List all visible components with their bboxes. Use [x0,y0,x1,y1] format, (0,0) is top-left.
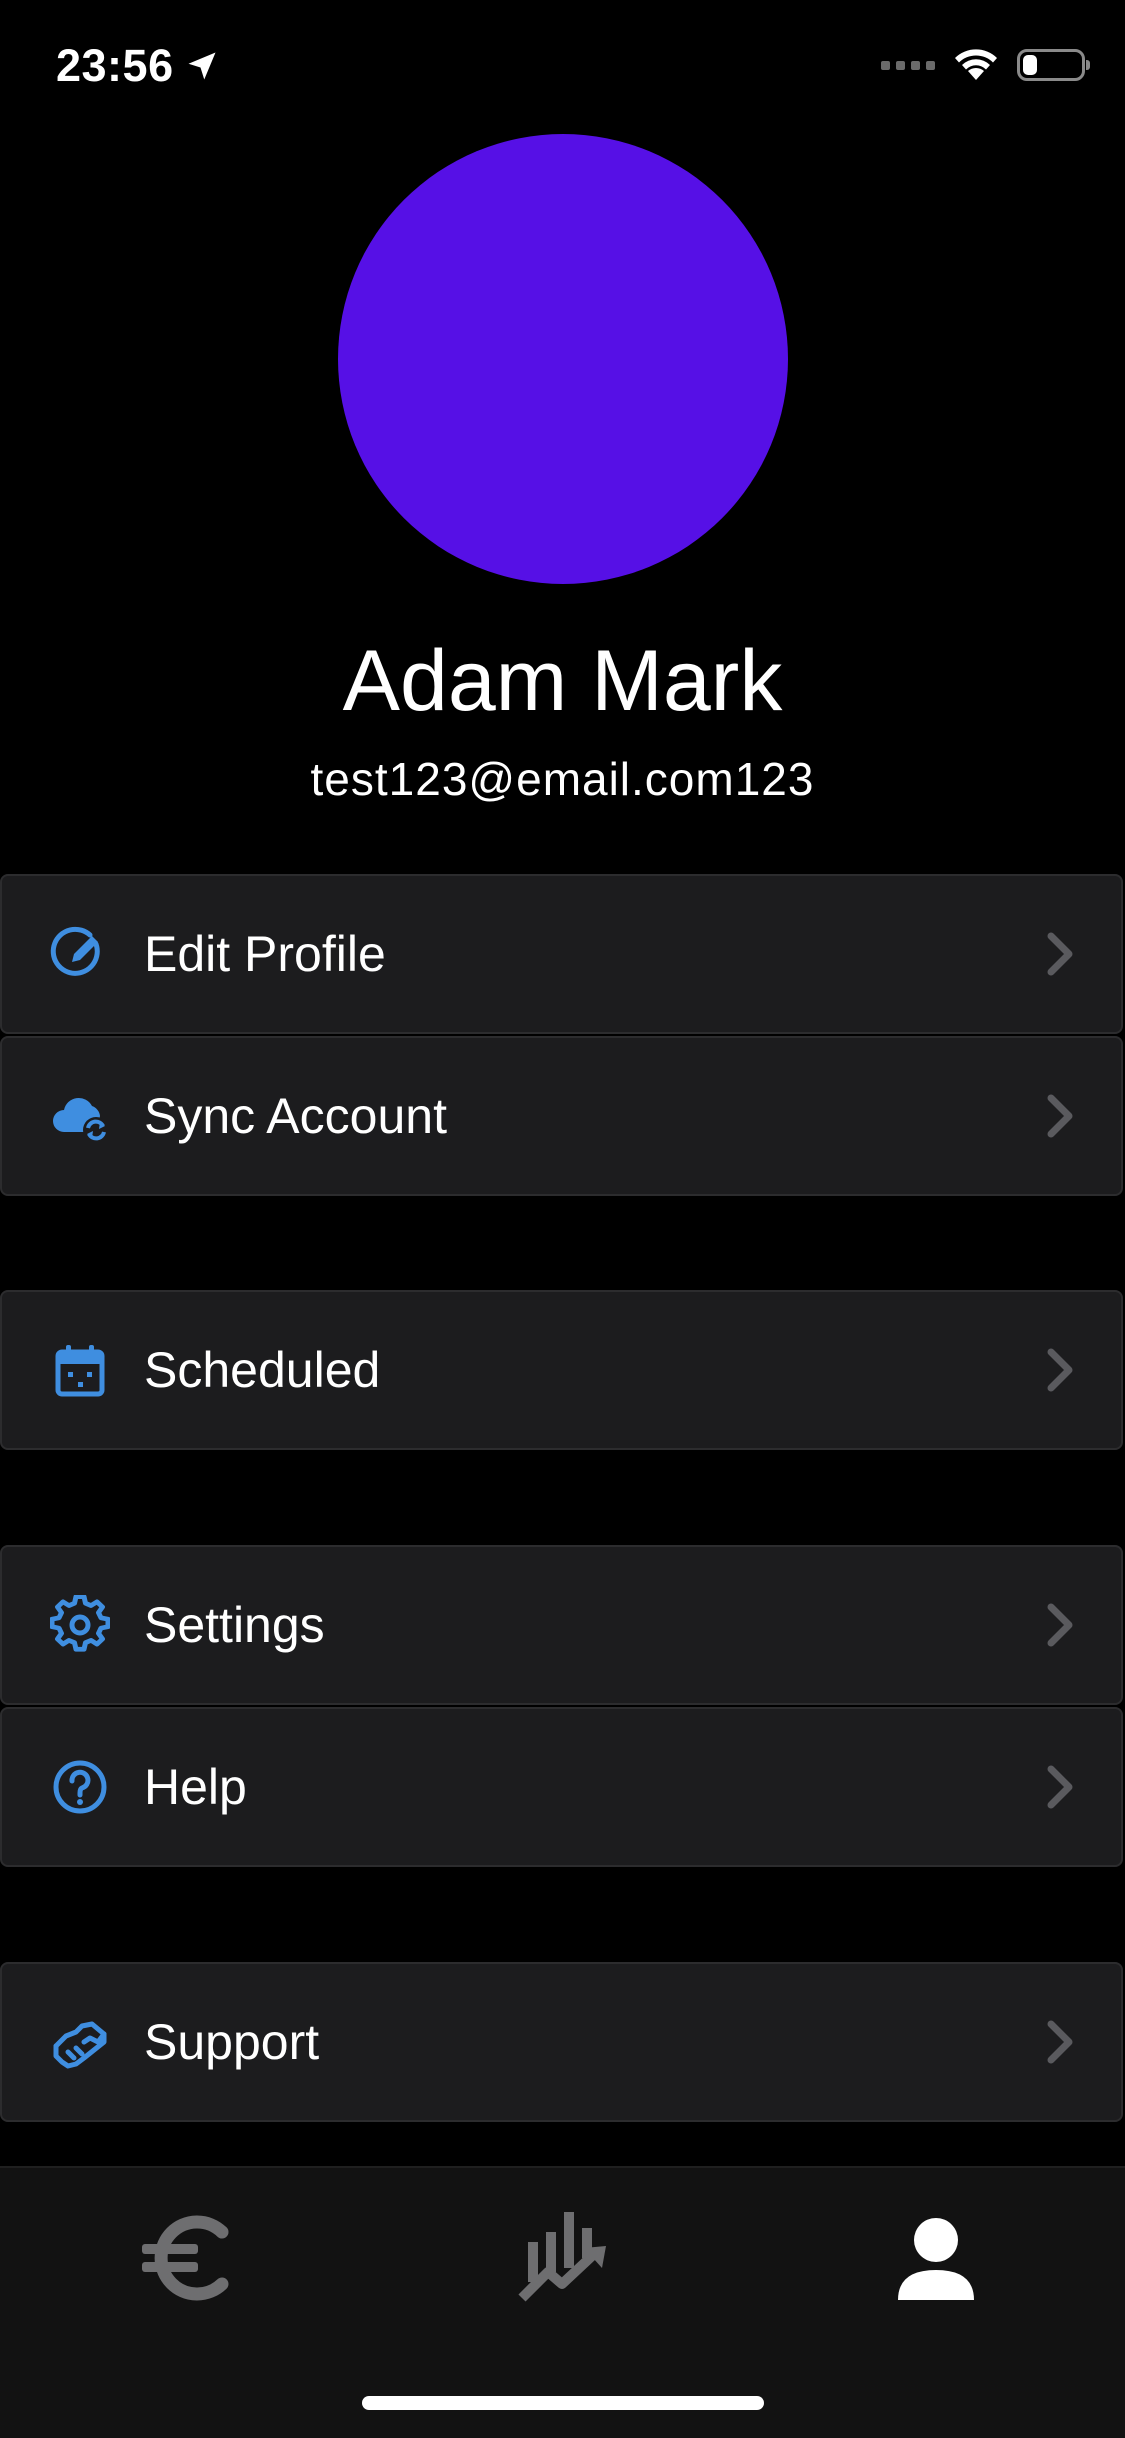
chevron-right-icon [1045,1092,1075,1140]
calendar-icon [50,1340,110,1400]
gear-icon [50,1595,110,1655]
menu-label-help: Help [144,1759,247,1815]
tab-euro[interactable] [126,2198,246,2318]
menu-label-sync-account: Sync Account [144,1088,447,1144]
menu-label-support: Support [144,2014,320,2070]
cloud-sync-icon [50,1086,110,1146]
location-arrow-icon [188,52,216,80]
menu-label-scheduled: Scheduled [144,1342,381,1398]
cellular-signal-icon [881,60,935,70]
chevron-right-icon [1045,1601,1075,1649]
profile-name: Adam Mark [342,633,783,729]
chevron-right-icon [1045,930,1075,978]
tab-analytics[interactable] [502,2198,622,2318]
battery-icon [1017,49,1090,81]
profile-email: test123@email.com123 [310,753,815,805]
avatar[interactable] [338,134,788,584]
handshake-icon [50,2012,110,2072]
menu-item-sync-account[interactable]: Sync Account [0,1036,1123,1196]
wifi-icon [955,49,997,80]
chevron-right-icon [1045,2018,1075,2066]
euro-icon [142,2215,229,2301]
status-time-text: 23:56 [56,40,174,91]
chart-trend-icon [518,2212,606,2302]
tab-profile[interactable] [876,2198,996,2318]
menu-label-settings: Settings [144,1597,325,1653]
chevron-right-icon [1045,1346,1075,1394]
battery-level [1023,55,1037,75]
menu-label-edit-profile: Edit Profile [144,926,386,982]
status-indicators [881,48,1090,82]
status-time: 23:56 [56,40,220,92]
menu-item-settings[interactable]: Settings [0,1545,1123,1705]
menu-item-scheduled[interactable]: Scheduled [0,1290,1123,1450]
user-icon [898,2218,974,2300]
question-circle-icon [50,1757,110,1817]
menu-item-edit-profile[interactable]: Edit Profile [0,874,1123,1034]
chevron-right-icon [1045,1763,1075,1811]
edit-pencil-icon [50,924,110,984]
home-indicator [362,2396,764,2410]
status-bar: 23:56 [0,0,1125,140]
menu-item-support[interactable]: Support [0,1962,1123,2122]
menu-item-help[interactable]: Help [0,1707,1123,1867]
